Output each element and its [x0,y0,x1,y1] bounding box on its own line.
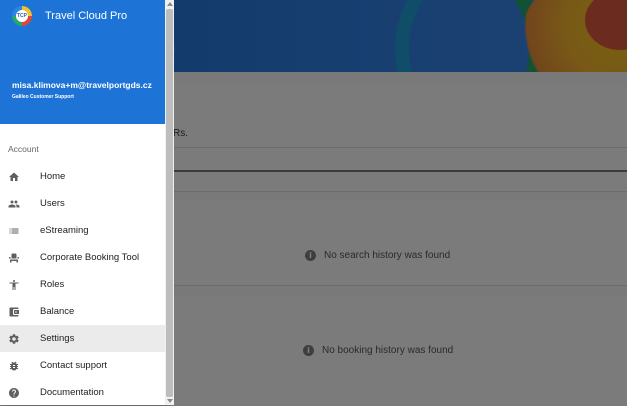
nav-item-settings[interactable]: Settings [0,325,165,352]
wallet-icon [8,306,20,318]
nav-item-label: Roles [40,279,65,290]
section-label-account: Account [8,144,39,154]
chevron-down-icon [166,399,173,403]
home-icon [8,171,20,183]
users-icon [8,198,20,210]
nav-item-label: Home [40,171,66,182]
nav-item-home[interactable]: Home [0,163,165,190]
app-logo: TCP [12,6,32,26]
nav-item-label: Settings [40,333,75,344]
bug-icon [8,360,20,372]
nav-item-contact-support[interactable]: Contact support [0,352,165,379]
gear-icon [8,333,20,345]
drawer-header: TCP Travel Cloud Pro misa.klimova+m@trav… [0,0,165,124]
nav-item-balance[interactable]: Balance [0,298,165,325]
nav-item-label: Balance [40,306,75,317]
navigation-drawer: TCP Travel Cloud Pro misa.klimova+m@trav… [0,0,165,405]
list-icon [8,225,20,237]
nav-item-label: Documentation [40,387,104,398]
drawer-nav-list: Home Users eStreaming Corporate Booking … [0,163,165,406]
nav-item-users[interactable]: Users [0,190,165,217]
app-title: Travel Cloud Pro [45,10,128,22]
chair-icon [8,252,20,264]
chevron-up-icon [166,2,173,6]
help-icon [8,387,20,399]
scroll-down-button[interactable] [165,397,174,405]
nav-item-documentation[interactable]: Documentation [0,379,165,406]
nav-item-label: Corporate Booking Tool [40,252,140,263]
scroll-thumb[interactable] [166,9,173,397]
person-icon [8,279,20,291]
drawer-scrollbar[interactable] [165,0,174,405]
user-role: Galileo Customer Support [12,94,74,100]
nav-item-label: Users [40,198,65,209]
nav-item-label: eStreaming [40,225,89,236]
nav-item-estreaming[interactable]: eStreaming [0,217,165,244]
nav-item-roles[interactable]: Roles [0,271,165,298]
nav-item-corporate-booking-tool[interactable]: Corporate Booking Tool [0,244,165,271]
logo-text: TCP [16,10,28,22]
scroll-up-button[interactable] [165,0,174,8]
user-email: misa.klimova+m@travelportgds.cz [12,80,152,90]
nav-item-label: Contact support [40,360,108,371]
